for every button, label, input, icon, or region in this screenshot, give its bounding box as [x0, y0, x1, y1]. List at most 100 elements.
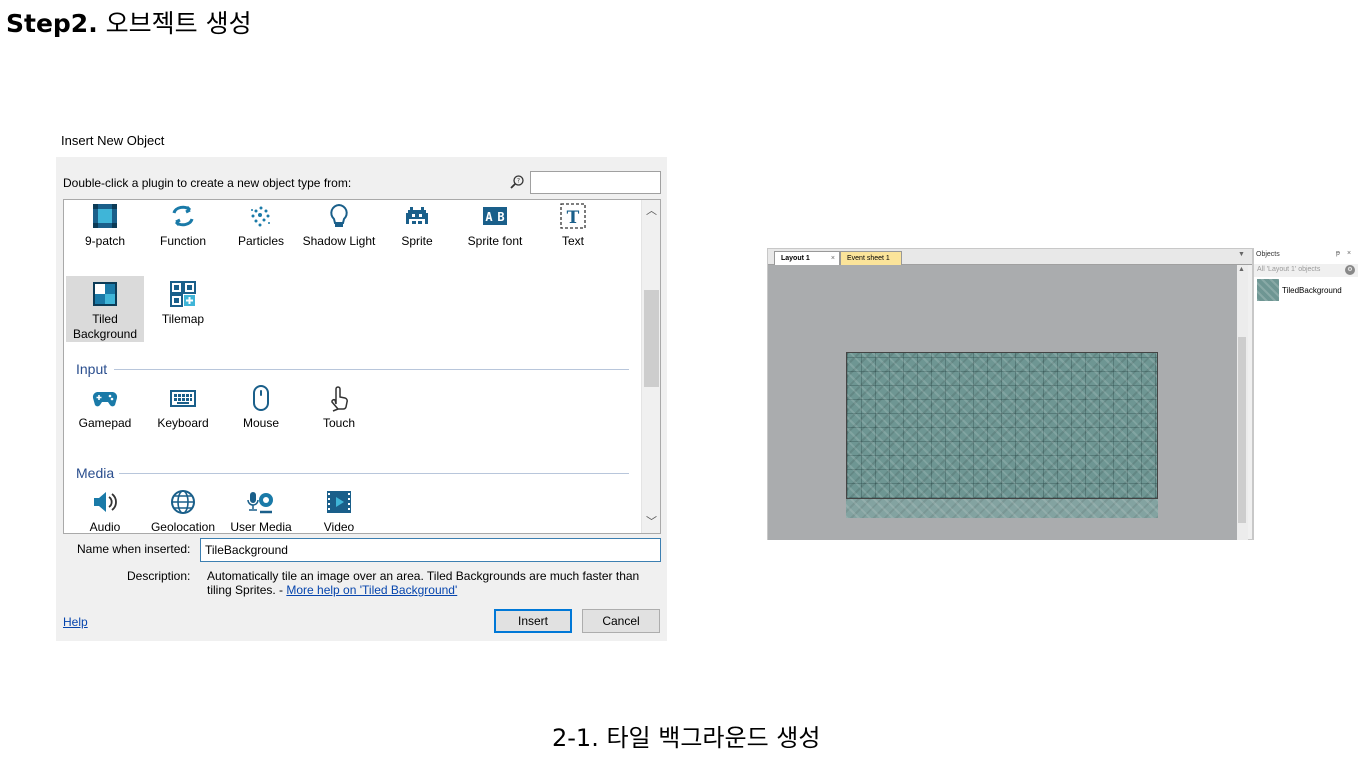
svg-text:?: ?: [517, 178, 520, 185]
close-icon[interactable]: ×: [1347, 250, 1351, 257]
chevron-up-icon[interactable]: ▲: [1238, 266, 1245, 273]
plugin-label: Audio: [89, 520, 121, 534]
plugin-tiled-background[interactable]: Tiled Background: [66, 276, 144, 342]
plugin-label: Geolocation: [150, 520, 216, 534]
objects-panel: Objects ᵽ × All 'Layout 1' objects ⚙ Til…: [1253, 248, 1358, 540]
gear-icon[interactable]: ⚙: [1345, 265, 1355, 275]
insert-button[interactable]: Insert: [494, 609, 572, 633]
mouse-icon: [253, 385, 269, 411]
description-text: Automatically tile an image over an area…: [207, 569, 657, 597]
chevron-down-icon[interactable]: ▼: [1238, 251, 1245, 258]
plugin-audio[interactable]: Audio: [66, 488, 144, 534]
user-media-icon: [247, 492, 273, 514]
plugin-geolocation[interactable]: Geolocation: [144, 488, 222, 534]
plugin-list-scrollbar[interactable]: ︿ ﹀: [641, 200, 660, 533]
plugin-label: Function: [159, 234, 207, 248]
plugin-particles[interactable]: Particles: [222, 202, 300, 249]
step-title-text: 오브젝트 생성: [105, 9, 252, 38]
plugin-label: Sprite: [401, 234, 433, 248]
insert-object-dialog: Double-click a plugin to create a new ob…: [56, 157, 667, 641]
plugin-label: Tiled Background: [72, 312, 138, 341]
plugin-mouse[interactable]: Mouse: [222, 384, 300, 431]
object-thumbnail: [1257, 279, 1279, 301]
objects-filter-bar: All 'Layout 1' objects ⚙: [1254, 264, 1358, 277]
plugin-label: Particles: [237, 234, 284, 248]
tiled-background-icon: [93, 282, 117, 306]
svg-text:T: T: [567, 208, 580, 228]
video-icon: [327, 491, 351, 513]
plugin-label: Video: [323, 520, 355, 534]
step-heading: Step2. 오브젝트 생성: [6, 4, 252, 40]
plugin-function[interactable]: Function: [144, 202, 222, 249]
plugin-list[interactable]: 9-patch Function Particles Shadow Light …: [63, 199, 661, 534]
plugin-touch[interactable]: Touch: [300, 384, 378, 431]
plugin-9-patch[interactable]: 9-patch: [66, 202, 144, 249]
tiled-background-instance[interactable]: [846, 352, 1158, 499]
plugin-user-media[interactable]: User Media: [222, 488, 300, 534]
plugin-text[interactable]: T Text: [534, 202, 612, 249]
scrollbar-thumb[interactable]: [644, 290, 659, 387]
name-input[interactable]: [200, 538, 661, 562]
plugin-label: Shadow Light: [302, 234, 376, 248]
cancel-button[interactable]: Cancel: [582, 609, 660, 633]
sprite-font-icon: A B: [483, 207, 507, 225]
step-prefix: Step2.: [6, 9, 98, 38]
tilemap-icon: [170, 281, 196, 307]
plugin-label: Gamepad: [78, 416, 132, 430]
section-divider: [119, 473, 629, 474]
editor-tab-bar: Layout 1 × Event sheet 1 ▼: [768, 249, 1252, 265]
plugin-shadow-light[interactable]: Shadow Light: [300, 202, 378, 249]
tab-label: Event sheet 1: [847, 255, 890, 262]
nine-patch-icon: [93, 204, 117, 228]
svg-text:A: A: [485, 210, 493, 224]
audio-icon: [94, 492, 117, 512]
section-divider: [114, 369, 629, 370]
plugin-label: Tilemap: [161, 312, 205, 326]
objects-panel-title: Objects: [1256, 251, 1280, 258]
object-name: TiledBackground: [1282, 286, 1342, 295]
chevron-down-icon[interactable]: ﹀: [642, 513, 660, 531]
layout-editor: Layout 1 × Event sheet 1 ▼ ▲: [767, 248, 1253, 540]
plugin-label: Text: [561, 234, 584, 248]
text-icon: T: [560, 203, 586, 229]
plugin-tilemap[interactable]: Tilemap: [144, 280, 222, 327]
close-icon[interactable]: ×: [831, 252, 835, 265]
layout-canvas[interactable]: [768, 265, 1237, 540]
plugin-sprite[interactable]: Sprite: [378, 202, 456, 249]
gamepad-icon: [92, 392, 118, 407]
tab-layout-1[interactable]: Layout 1 ×: [774, 251, 840, 265]
description-label: Description:: [127, 569, 191, 583]
objects-filter-text: All 'Layout 1' objects: [1257, 266, 1321, 273]
tab-label: Layout 1: [781, 255, 810, 262]
dialog-title: Insert New Object: [61, 133, 165, 148]
keyboard-icon: [170, 390, 196, 407]
plugin-label: Mouse: [242, 416, 280, 430]
chevron-up-icon[interactable]: ︿: [642, 202, 660, 220]
help-link[interactable]: Help: [63, 615, 88, 629]
section-label-input: Input: [76, 361, 108, 377]
particles-icon: [251, 206, 270, 227]
plugin-video[interactable]: Video: [300, 488, 378, 534]
touch-icon: [331, 386, 348, 412]
scrollbar-thumb[interactable]: [1238, 337, 1246, 523]
tiled-background-overflow: [846, 499, 1158, 518]
tab-event-sheet-1[interactable]: Event sheet 1: [840, 251, 902, 265]
geolocation-icon: [171, 490, 195, 514]
more-help-link[interactable]: More help on 'Tiled Background': [286, 583, 457, 597]
plugin-label: User Media: [230, 520, 292, 534]
function-icon: [172, 205, 194, 227]
sprite-icon: [406, 207, 428, 224]
plugin-sprite-font[interactable]: A B Sprite font: [456, 202, 534, 249]
plugin-label: 9-patch: [84, 234, 126, 248]
dialog-instruction: Double-click a plugin to create a new ob…: [63, 176, 352, 190]
section-label-media: Media: [76, 465, 115, 481]
plugin-gamepad[interactable]: Gamepad: [66, 384, 144, 431]
search-icon[interactable]: ?: [509, 174, 525, 190]
canvas-scrollbar[interactable]: ▲: [1237, 265, 1248, 540]
plugin-keyboard[interactable]: Keyboard: [144, 384, 222, 431]
plugin-label: Touch: [322, 416, 356, 430]
search-input[interactable]: [530, 171, 661, 194]
svg-text:B: B: [497, 210, 504, 224]
figure-caption: 2-1. 타일 백그라운드 생성: [552, 724, 821, 752]
pin-icon[interactable]: ᵽ: [1336, 250, 1340, 257]
